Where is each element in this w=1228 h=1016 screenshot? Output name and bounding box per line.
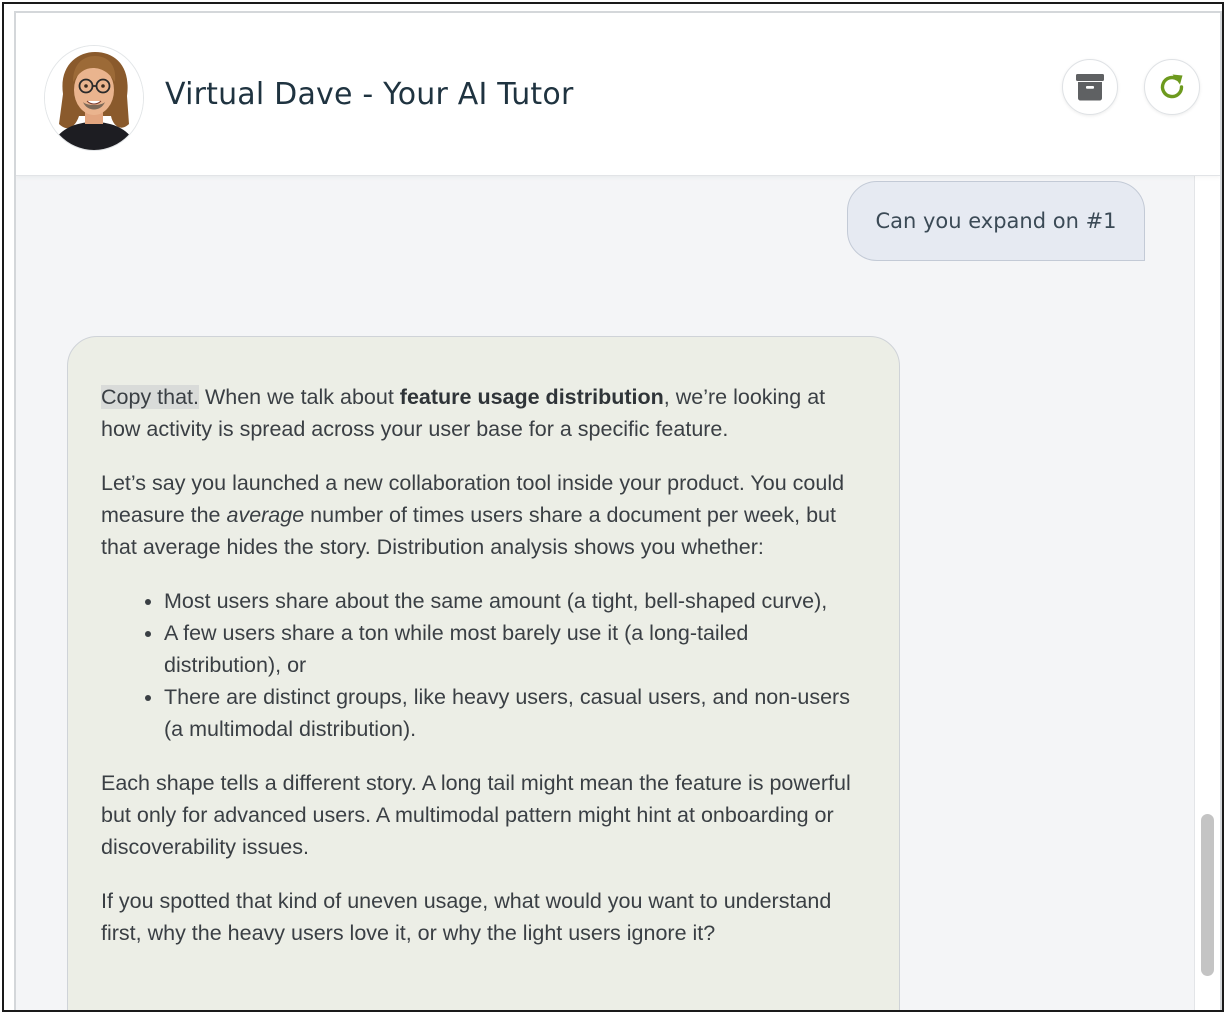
list-item: A few users share a ton while most barel… bbox=[164, 617, 869, 681]
message-list: Can you expand on #1 Copy that. When we … bbox=[16, 176, 1194, 1010]
bold-term: feature usage distribution bbox=[399, 385, 664, 409]
scrollbar-thumb[interactable] bbox=[1201, 814, 1214, 976]
reply-paragraph-4: If you spotted that kind of uneven usage… bbox=[101, 889, 832, 945]
refresh-icon bbox=[1160, 74, 1184, 99]
user-message: Can you expand on #1 bbox=[847, 181, 1145, 261]
app-window: Virtual Dave - Your AI Tutor Can you exp… bbox=[2, 2, 1224, 1012]
italic-term: average bbox=[226, 503, 305, 527]
chat-header: Virtual Dave - Your AI Tutor bbox=[16, 13, 1220, 176]
archive-icon bbox=[1076, 74, 1104, 101]
tutor-avatar-photo-icon bbox=[45, 46, 143, 150]
refresh-button[interactable] bbox=[1144, 59, 1200, 115]
tutor-avatar bbox=[44, 45, 144, 151]
reply-paragraph-1: Copy that. When we talk about feature us… bbox=[101, 381, 869, 445]
reply-paragraph-2: Let’s say you launched a new collaborati… bbox=[101, 467, 869, 563]
reply-paragraph-3: Each shape tells a different story. A lo… bbox=[101, 771, 851, 859]
reply-bullet-list: Most users share about the same amount (… bbox=[101, 585, 869, 745]
page-title: Virtual Dave - Your AI Tutor bbox=[165, 77, 574, 112]
list-item: There are distinct groups, like heavy us… bbox=[164, 681, 869, 745]
highlighted-text: Copy that. bbox=[101, 385, 199, 409]
scrollbar-track[interactable] bbox=[1194, 176, 1220, 1010]
list-item: Most users share about the same amount (… bbox=[164, 585, 869, 617]
chat-panel: Virtual Dave - Your AI Tutor Can you exp… bbox=[14, 11, 1222, 1010]
reply-text: When we talk about bbox=[199, 385, 400, 409]
tutor-message: Copy that. When we talk about feature us… bbox=[67, 336, 900, 1010]
archive-button[interactable] bbox=[1062, 59, 1118, 115]
